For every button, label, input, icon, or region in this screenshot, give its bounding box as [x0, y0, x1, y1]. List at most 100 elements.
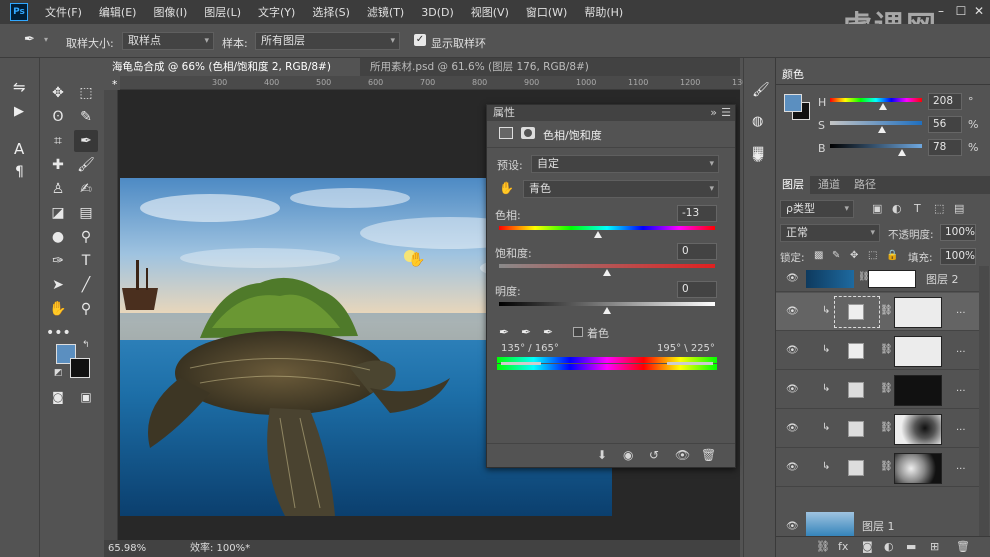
default-colors-icon[interactable]: ◩ — [54, 368, 63, 378]
lock-transparent-icon[interactable]: ▩ — [814, 250, 823, 261]
hue-slider-thumb[interactable] — [594, 231, 603, 238]
add-mask-icon[interactable]: ◙ — [862, 540, 873, 553]
visibility-icon[interactable]: 👁 — [675, 448, 690, 462]
lock-pixels-icon[interactable]: ✎ — [832, 250, 840, 261]
more-icon[interactable]: ... — [956, 305, 966, 316]
new-group-icon[interactable]: ▬ — [906, 540, 916, 553]
preset-select[interactable]: 自定 ▾ — [531, 155, 719, 173]
lasso-tool-icon[interactable]: ʘ — [46, 106, 70, 128]
menu-file[interactable]: 文件(F) — [45, 4, 82, 20]
visibility-eye-icon[interactable]: 👁 — [786, 345, 799, 357]
line-tool-icon[interactable]: ╱ — [74, 274, 98, 296]
dodge-tool-icon[interactable]: ⚲ — [74, 226, 98, 248]
sample-select[interactable]: 所有图层 ▾ — [255, 32, 400, 50]
opacity-input[interactable]: 100% — [940, 224, 976, 241]
s-slider-thumb[interactable] — [877, 126, 886, 133]
quick-mask-icon[interactable]: ◙ — [46, 386, 70, 408]
pen-tool-icon[interactable]: ✑ — [46, 250, 70, 272]
layer-row[interactable]: 👁 ↳ ⛓ ... — [776, 332, 979, 370]
h-slider-track[interactable] — [830, 98, 922, 102]
vertical-ruler[interactable] — [104, 90, 118, 540]
swap-colors-icon[interactable]: ↰ — [82, 340, 90, 350]
menu-help[interactable]: 帮助(H) — [584, 4, 623, 20]
layer-row[interactable]: 👁 ↳ ⛓ ... — [776, 449, 979, 487]
eyedropper-tool-icon[interactable]: ✒ — [74, 130, 98, 152]
menu-3d[interactable]: 3D(D) — [421, 6, 454, 19]
trash-icon[interactable]: 🗑 — [701, 448, 716, 462]
hue-slider-track[interactable] — [499, 226, 715, 230]
visibility-eye-icon[interactable]: 👁 — [786, 462, 799, 474]
tab-paths[interactable]: 路径 — [848, 176, 882, 194]
layer-filter-select[interactable]: ρ类型 ▾ — [780, 200, 854, 218]
saturation-input[interactable]: 0 — [677, 243, 717, 260]
menu-layer[interactable]: 图层(L) — [204, 4, 241, 20]
range-slider-right[interactable] — [667, 362, 713, 365]
lightness-slider-thumb[interactable] — [603, 307, 611, 314]
adjustment-icon[interactable] — [499, 127, 513, 139]
crop-tool-icon[interactable]: ⌗ — [46, 130, 70, 152]
character-icon[interactable]: A — [14, 140, 24, 158]
brush-preset-icon[interactable]: 🖌 — [752, 82, 770, 98]
layer-row-selected[interactable]: 👁 ↳ ⛓ ... — [776, 293, 979, 331]
visibility-eye-icon[interactable]: 👁 — [786, 423, 799, 435]
show-ring-checkbox[interactable]: ✓ — [414, 34, 426, 46]
blur-tool-icon[interactable]: ● — [46, 226, 70, 248]
lock-position-icon[interactable]: ✥ — [850, 250, 858, 261]
zoom-tool-icon[interactable]: ⚲ — [74, 298, 98, 320]
eraser-tool-icon[interactable]: ◪ — [46, 202, 70, 224]
more-icon[interactable]: ... — [956, 461, 966, 472]
paragraph-icon[interactable]: ¶ — [15, 164, 24, 180]
brush-tool-icon[interactable]: 🖌 — [74, 154, 98, 176]
saturation-slider-track[interactable] — [499, 264, 715, 268]
layer-list-scrollbar[interactable] — [979, 266, 989, 536]
visibility-eye-icon[interactable]: 👁 — [786, 384, 799, 396]
visibility-eye-icon[interactable]: 👁 — [786, 521, 799, 533]
background-color-swatch[interactable] — [70, 358, 90, 378]
lock-all-icon[interactable]: 🔒 — [886, 250, 898, 261]
more-icon[interactable]: ... — [956, 383, 966, 394]
fill-input[interactable]: 100% — [940, 248, 976, 265]
filter-smart-icon[interactable]: ▤ — [954, 202, 964, 215]
more-icon[interactable]: ... — [956, 422, 966, 433]
hue-input[interactable]: -13 — [677, 205, 717, 222]
b-slider-track[interactable] — [830, 144, 922, 148]
maximize-icon[interactable]: ☐ — [954, 4, 968, 18]
screen-mode-icon[interactable]: ▣ — [74, 386, 98, 408]
mask-icon[interactable] — [521, 127, 535, 139]
path-select-tool-icon[interactable]: ➤ — [46, 274, 70, 296]
eyedropper-icon[interactable]: ✒ — [499, 325, 509, 339]
history-icon[interactable]: ⇋ — [13, 78, 26, 96]
actions-play-icon[interactable]: ▶ — [14, 104, 24, 119]
blend-mode-select[interactable]: 正常 ▾ — [780, 224, 880, 242]
b-slider-thumb[interactable] — [897, 149, 906, 156]
type-tool-icon[interactable]: T — [74, 250, 98, 272]
panel-menu-icon[interactable]: ☰ — [721, 105, 731, 121]
filter-type-icon[interactable]: T — [914, 202, 921, 215]
view-previous-icon[interactable]: ◉ — [623, 448, 633, 462]
menu-filter[interactable]: 滤镜(T) — [367, 4, 404, 20]
range-slider-left[interactable] — [501, 362, 541, 365]
menu-image[interactable]: 图像(I) — [153, 4, 187, 20]
fx-icon[interactable]: fx — [838, 540, 848, 553]
horizontal-ruler[interactable]: 3004005006007008009001000110012001300140… — [120, 76, 856, 90]
layer-name[interactable]: 图层 1 — [862, 518, 895, 534]
adjustments-icon[interactable]: ◍ — [752, 114, 763, 129]
s-input[interactable]: 56 — [928, 116, 962, 133]
sun-icon[interactable]: ✺ — [752, 150, 764, 166]
reset-icon[interactable]: ↺ — [649, 448, 659, 462]
b-input[interactable]: 78 — [928, 139, 962, 156]
saturation-slider-thumb[interactable] — [603, 269, 611, 276]
layer-row[interactable]: 👁 ⛓ 图层 2 — [776, 266, 979, 292]
menu-select[interactable]: 选择(S) — [312, 4, 350, 20]
eyedropper-icon[interactable]: ✒ — [24, 32, 40, 50]
close-icon[interactable]: ✕ — [972, 4, 986, 18]
eyedropper-subtract-icon[interactable]: ✒ — [543, 325, 553, 339]
menu-edit[interactable]: 编辑(E) — [99, 4, 137, 20]
new-layer-icon[interactable]: ⊞ — [930, 540, 939, 553]
visibility-eye-icon[interactable]: 👁 — [786, 273, 799, 285]
clip-to-layer-icon[interactable]: ⬇ — [597, 448, 607, 462]
tab-document-active[interactable]: 海龟岛合成 @ 66% (色相/饱和度 2, RGB/8#) *× — [104, 58, 360, 91]
menu-window[interactable]: 窗口(W) — [526, 4, 567, 20]
h-slider-thumb[interactable] — [879, 103, 888, 110]
new-adjustment-icon[interactable]: ◐ — [884, 540, 894, 553]
